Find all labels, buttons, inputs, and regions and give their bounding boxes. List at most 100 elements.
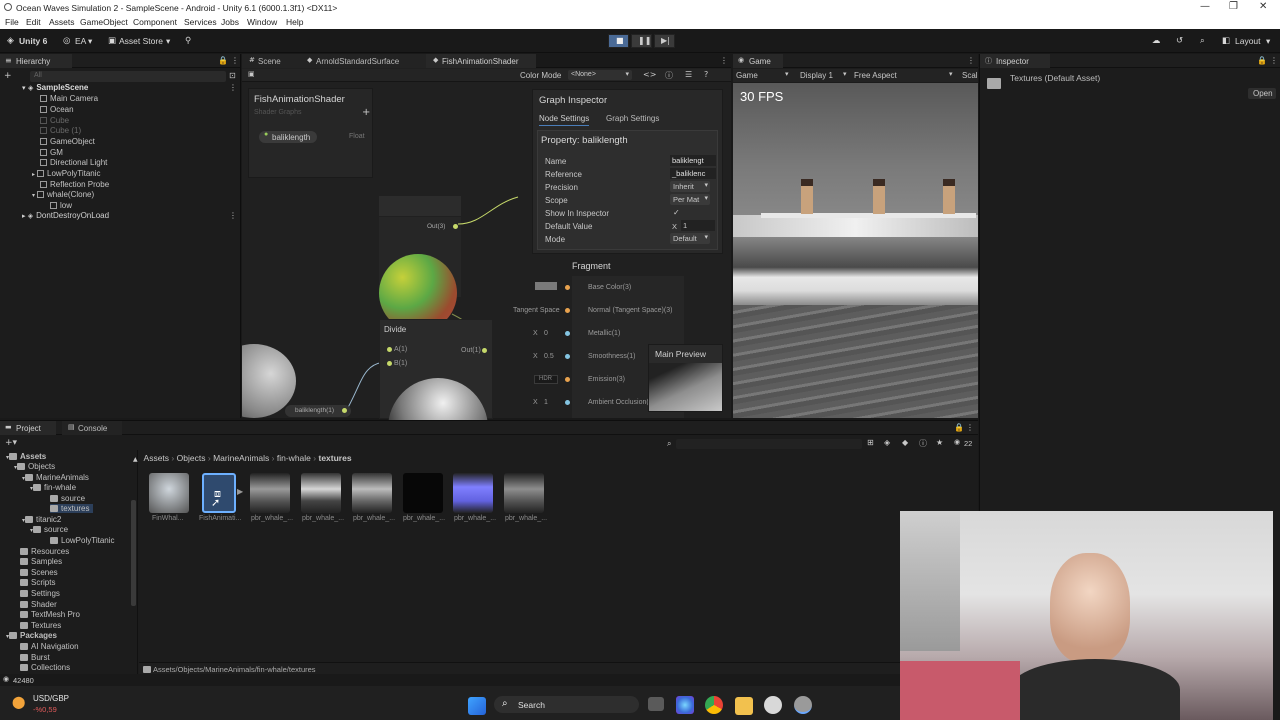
- task-view-icon[interactable]: [648, 697, 664, 711]
- more-icon[interactable]: ⋮: [1270, 56, 1278, 65]
- asset-thumbnail[interactable]: [453, 473, 493, 513]
- tree-item[interactable]: ▸ LowPolyTitanic: [32, 169, 101, 178]
- tree-folder[interactable]: ▾ titanic2: [22, 515, 61, 524]
- ea-dropdown[interactable]: EA: [75, 36, 86, 46]
- play-button[interactable]: ■: [608, 34, 629, 48]
- tree-item[interactable]: low: [50, 201, 72, 210]
- favorite-icon[interactable]: ★: [936, 438, 943, 447]
- filter-type-icon[interactable]: ⊞: [867, 438, 874, 447]
- info-icon[interactable]: ⓘ: [919, 438, 927, 449]
- divide-node[interactable]: Divide A(1) B(1) Out(1): [379, 319, 493, 478]
- crumb[interactable]: MarineAnimals: [213, 453, 269, 463]
- name-field[interactable]: baliklengt: [670, 155, 716, 166]
- game-mode-dropdown[interactable]: Game: [736, 71, 758, 80]
- tree-folder[interactable]: ▾ Assets: [6, 452, 46, 461]
- tree-item[interactable]: ▾ whale(Clone): [32, 190, 94, 199]
- scale-slider[interactable]: Scal: [962, 71, 978, 80]
- crumb[interactable]: Objects: [177, 453, 206, 463]
- hierarchy-search-input[interactable]: All: [30, 71, 226, 82]
- step-button[interactable]: ▶|: [654, 34, 675, 48]
- ao-value[interactable]: 1: [544, 399, 548, 406]
- version-control-icon[interactable]: ⚲: [185, 36, 191, 46]
- copilot-icon[interactable]: [676, 696, 694, 714]
- tree-folder[interactable]: ▾ MarineAnimals: [22, 473, 89, 482]
- tree-folder-selected[interactable]: textures: [50, 504, 94, 513]
- tree-folder[interactable]: Textures: [20, 621, 61, 630]
- port[interactable]: [565, 400, 570, 405]
- asset-thumbnail[interactable]: [149, 473, 189, 513]
- asset-thumbnail[interactable]: [504, 473, 544, 513]
- layers-icon[interactable]: ◧: [1222, 36, 1230, 46]
- tree-folder[interactable]: Shader: [20, 600, 57, 609]
- divide-b-port[interactable]: [387, 361, 392, 366]
- add-icon[interactable]: +▾: [5, 438, 17, 448]
- tree-item[interactable]: Directional Light: [40, 158, 107, 167]
- minimize-icon[interactable]: —: [1200, 1, 1210, 12]
- tree-item[interactable]: Reflection Probe: [40, 180, 109, 189]
- tab-graph-settings[interactable]: Graph Settings: [606, 114, 659, 123]
- taskbar-search[interactable]: ⌕ Search: [494, 696, 639, 713]
- divide-a-port[interactable]: [387, 347, 392, 352]
- tree-folder[interactable]: Collections: [20, 663, 70, 672]
- more-icon[interactable]: ⋮: [229, 211, 237, 220]
- lock-icon[interactable]: 🔒: [1257, 56, 1267, 65]
- tree-folder[interactable]: AI Navigation: [20, 642, 79, 651]
- cloud-icon[interactable]: ☁: [1152, 36, 1161, 46]
- more-icon[interactable]: ⋮: [229, 83, 237, 92]
- crumb[interactable]: Assets: [144, 453, 170, 463]
- menu-assets[interactable]: Assets: [49, 17, 75, 27]
- menu-component[interactable]: Component: [133, 17, 177, 27]
- tangent-space-value[interactable]: Tangent Space: [513, 307, 560, 314]
- tree-folder[interactable]: LowPolyTitanic: [50, 536, 115, 545]
- lock-icon[interactable]: 🔒: [954, 423, 964, 432]
- game-viewport[interactable]: 30 FPS: [733, 83, 978, 418]
- tree-item[interactable]: Cube: [40, 116, 69, 125]
- port[interactable]: [565, 331, 570, 336]
- menu-services[interactable]: Services: [184, 17, 217, 27]
- tree-folder[interactable]: Scripts: [20, 578, 55, 587]
- search-icon[interactable]: ⌕: [1200, 36, 1205, 46]
- mode-dropdown[interactable]: Default ▾: [670, 233, 710, 244]
- crumb[interactable]: fin-whale: [277, 453, 311, 463]
- base-color-swatch[interactable]: [535, 282, 557, 290]
- tree-folder[interactable]: ▾ fin-whale: [30, 483, 76, 492]
- show-in-inspector-checkbox[interactable]: ✓: [673, 208, 680, 217]
- asset-thumbnail[interactable]: [250, 473, 290, 513]
- asset-thumbnail[interactable]: [352, 473, 392, 513]
- tree-folder[interactable]: Samples: [20, 557, 62, 566]
- aspect-dropdown[interactable]: Free Aspect: [854, 71, 897, 80]
- port[interactable]: [565, 377, 570, 382]
- menu-file[interactable]: File: [5, 17, 19, 27]
- reference-field[interactable]: _baliklenc: [670, 168, 716, 179]
- tree-folder[interactable]: Settings: [20, 589, 60, 598]
- asset-thumbnail[interactable]: [403, 473, 443, 513]
- expand-arrow-icon[interactable]: ▶: [237, 487, 243, 496]
- tree-folder[interactable]: ▾ source: [30, 525, 68, 534]
- asset-store-button[interactable]: Asset Store: [119, 36, 163, 46]
- tree-item[interactable]: Cube (1): [40, 126, 81, 135]
- port[interactable]: [565, 354, 570, 359]
- open-button[interactable]: Open: [1248, 88, 1276, 99]
- tree-item[interactable]: GameObject: [40, 137, 95, 146]
- menu-edit[interactable]: Edit: [26, 17, 41, 27]
- divide-out-port[interactable]: [482, 348, 487, 353]
- menu-help[interactable]: Help: [286, 17, 303, 27]
- windows-start-icon[interactable]: [468, 697, 486, 715]
- tree-folder[interactable]: Burst: [20, 653, 50, 662]
- more-icon[interactable]: ⋮: [231, 56, 239, 65]
- filter-icon[interactable]: ⊡: [229, 71, 236, 80]
- metallic-value[interactable]: 0: [544, 330, 548, 337]
- more-icon[interactable]: ⋮: [966, 423, 974, 432]
- tree-folder[interactable]: Resources: [20, 547, 69, 556]
- ddol-root[interactable]: ▸ ◈ DontDestroyOnLoad: [22, 211, 109, 220]
- tag-icon[interactable]: ◆: [902, 438, 908, 447]
- scene-root[interactable]: ▾ ◈ SampleScene: [22, 83, 88, 92]
- menu-window[interactable]: Window: [247, 17, 277, 27]
- tab-node-settings[interactable]: Node Settings: [539, 114, 590, 126]
- asset-thumbnail[interactable]: [301, 473, 341, 513]
- lock-icon[interactable]: 🔒: [218, 56, 228, 65]
- close-icon[interactable]: ✕: [1259, 1, 1267, 12]
- tree-folder[interactable]: TextMesh Pro: [20, 610, 80, 619]
- menu-gameobject[interactable]: GameObject: [80, 17, 128, 27]
- scope-dropdown[interactable]: Per Mat ▾: [670, 194, 710, 205]
